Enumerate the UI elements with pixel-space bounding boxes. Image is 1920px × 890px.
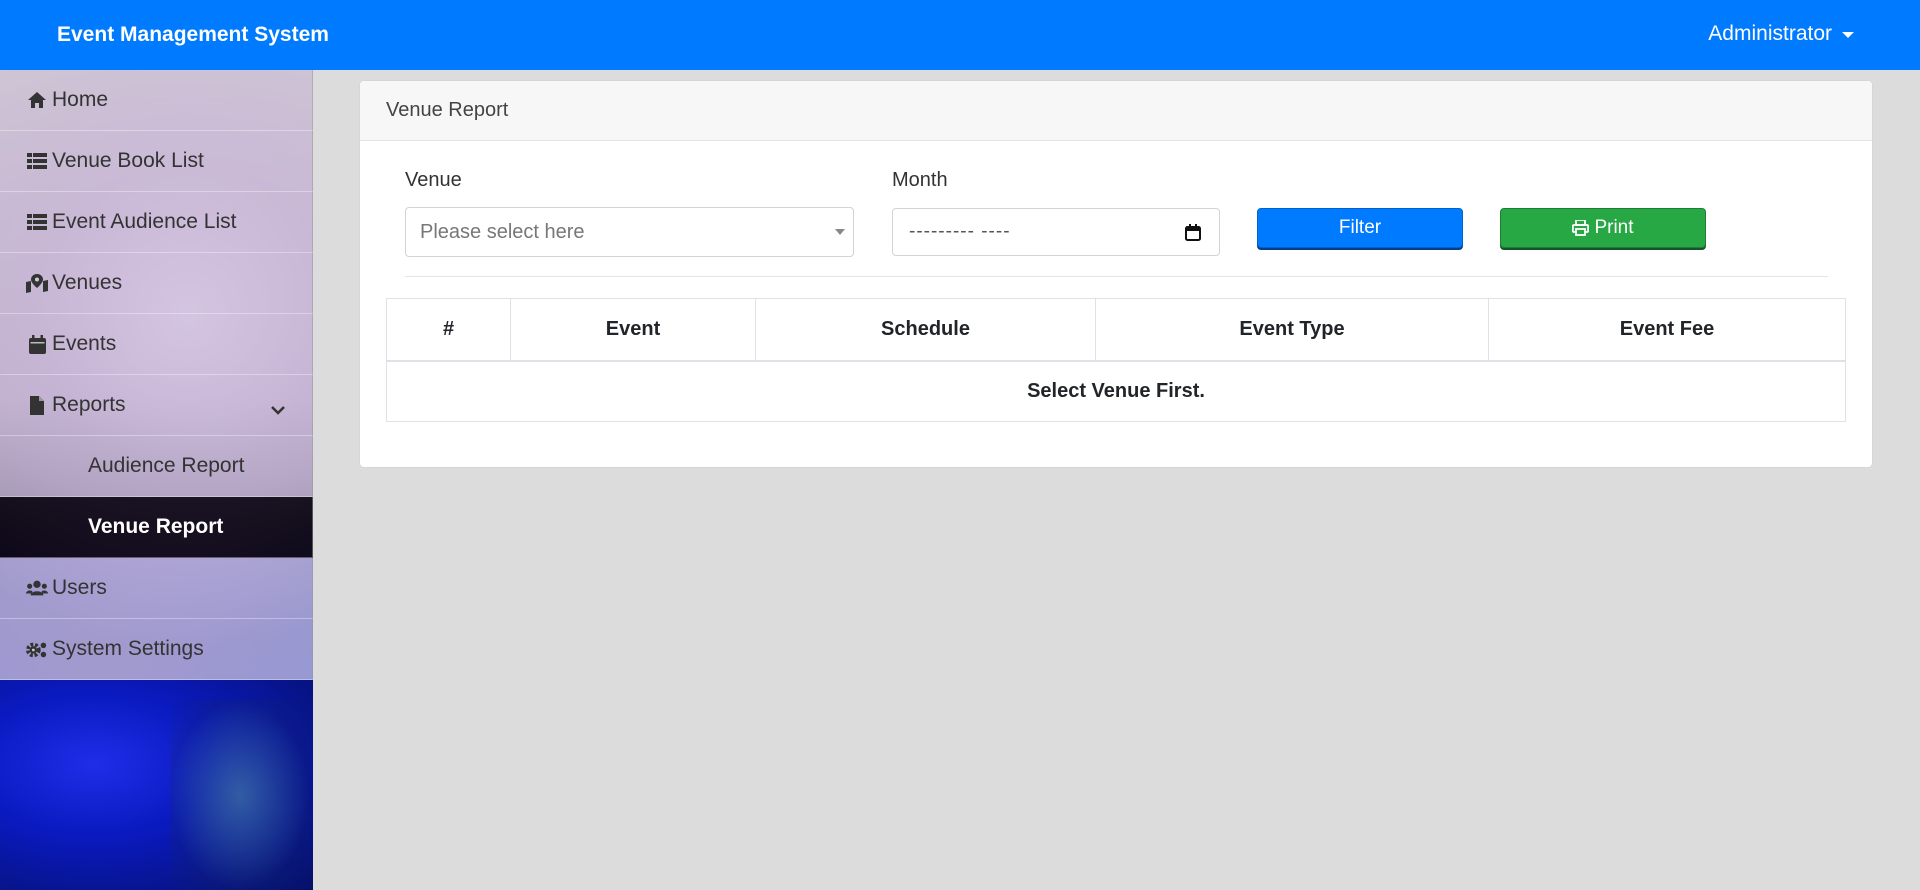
print-button-label: Print xyxy=(1594,217,1634,238)
caret-down-icon xyxy=(1842,32,1854,38)
card-title: Venue Report xyxy=(360,81,1872,141)
list-icon xyxy=(26,213,48,231)
file-icon xyxy=(26,395,48,415)
venue-label: Venue xyxy=(405,169,462,191)
sidebar-item-label: System Settings xyxy=(52,637,204,660)
venue-report-card: Venue Report Venue Please select here Mo… xyxy=(360,81,1872,467)
sidebar-item-label: Event Audience List xyxy=(52,210,237,233)
calendar-icon[interactable] xyxy=(1185,224,1201,247)
calendar-icon xyxy=(26,334,48,354)
sidebar-item-venue-book-list[interactable]: Venue Book List xyxy=(0,131,313,192)
sidebar-item-label: Events xyxy=(52,332,117,355)
sidebar-item-venue-report[interactable]: Venue Report xyxy=(0,497,313,558)
sidebar-item-label: Audience Report xyxy=(88,454,245,477)
month-label: Month xyxy=(892,169,948,191)
top-navbar: Event Management System Administrator xyxy=(0,0,1920,70)
sidebar: Home Venue Book List Event Audience List… xyxy=(0,70,313,890)
map-marked-icon xyxy=(26,273,48,293)
print-icon xyxy=(1572,220,1590,236)
column-header-number: # xyxy=(386,298,511,362)
column-header-schedule: Schedule xyxy=(755,298,1096,362)
sidebar-item-label: Venues xyxy=(52,271,123,294)
sidebar-item-reports[interactable]: Reports xyxy=(0,375,313,436)
print-button[interactable]: Print xyxy=(1500,208,1706,248)
sidebar-item-audience-report[interactable]: Audience Report xyxy=(0,436,313,497)
sidebar-item-events[interactable]: Events xyxy=(0,314,313,375)
report-table: # Event Schedule Event Type Event Fee Se… xyxy=(386,298,1846,422)
sidebar-item-venues[interactable]: Venues xyxy=(0,253,313,314)
column-header-event: Event xyxy=(510,298,756,362)
home-icon xyxy=(26,91,48,109)
cogs-icon xyxy=(26,640,48,658)
table-header-row: # Event Schedule Event Type Event Fee xyxy=(386,298,1846,362)
divider xyxy=(405,276,1828,277)
sidebar-item-home[interactable]: Home xyxy=(0,70,313,131)
select-arrow-icon xyxy=(835,229,845,235)
venue-select-placeholder: Please select here xyxy=(420,220,585,243)
column-header-event-type: Event Type xyxy=(1095,298,1489,362)
venue-select[interactable]: Please select here xyxy=(405,207,854,257)
user-name: Administrator xyxy=(1708,22,1832,45)
column-header-event-fee: Event Fee xyxy=(1488,298,1846,362)
sidebar-item-label: Reports xyxy=(52,393,126,416)
users-icon xyxy=(26,579,48,597)
chevron-down-icon xyxy=(271,398,285,422)
month-input-value: --------- ---- xyxy=(909,221,1011,242)
sidebar-item-label: Venue Report xyxy=(88,515,224,538)
empty-message: Select Venue First. xyxy=(386,360,1846,422)
month-input[interactable]: --------- ---- xyxy=(892,208,1220,256)
app-title[interactable]: Event Management System xyxy=(57,23,329,47)
sidebar-background-image xyxy=(0,680,313,890)
filter-button[interactable]: Filter xyxy=(1257,208,1463,248)
list-icon xyxy=(26,152,48,170)
table-row: Select Venue First. xyxy=(386,360,1846,422)
sidebar-item-label: Home xyxy=(52,88,109,111)
sidebar-item-system-settings[interactable]: System Settings xyxy=(0,619,313,680)
sidebar-item-users[interactable]: Users xyxy=(0,558,313,619)
sidebar-item-label: Venue Book List xyxy=(52,149,204,172)
filter-button-label: Filter xyxy=(1338,217,1382,238)
sidebar-nav: Home Venue Book List Event Audience List… xyxy=(0,70,313,680)
user-menu-dropdown[interactable]: Administrator xyxy=(1708,22,1854,46)
sidebar-item-label: Users xyxy=(52,576,107,599)
sidebar-item-event-audience-list[interactable]: Event Audience List xyxy=(0,192,313,253)
